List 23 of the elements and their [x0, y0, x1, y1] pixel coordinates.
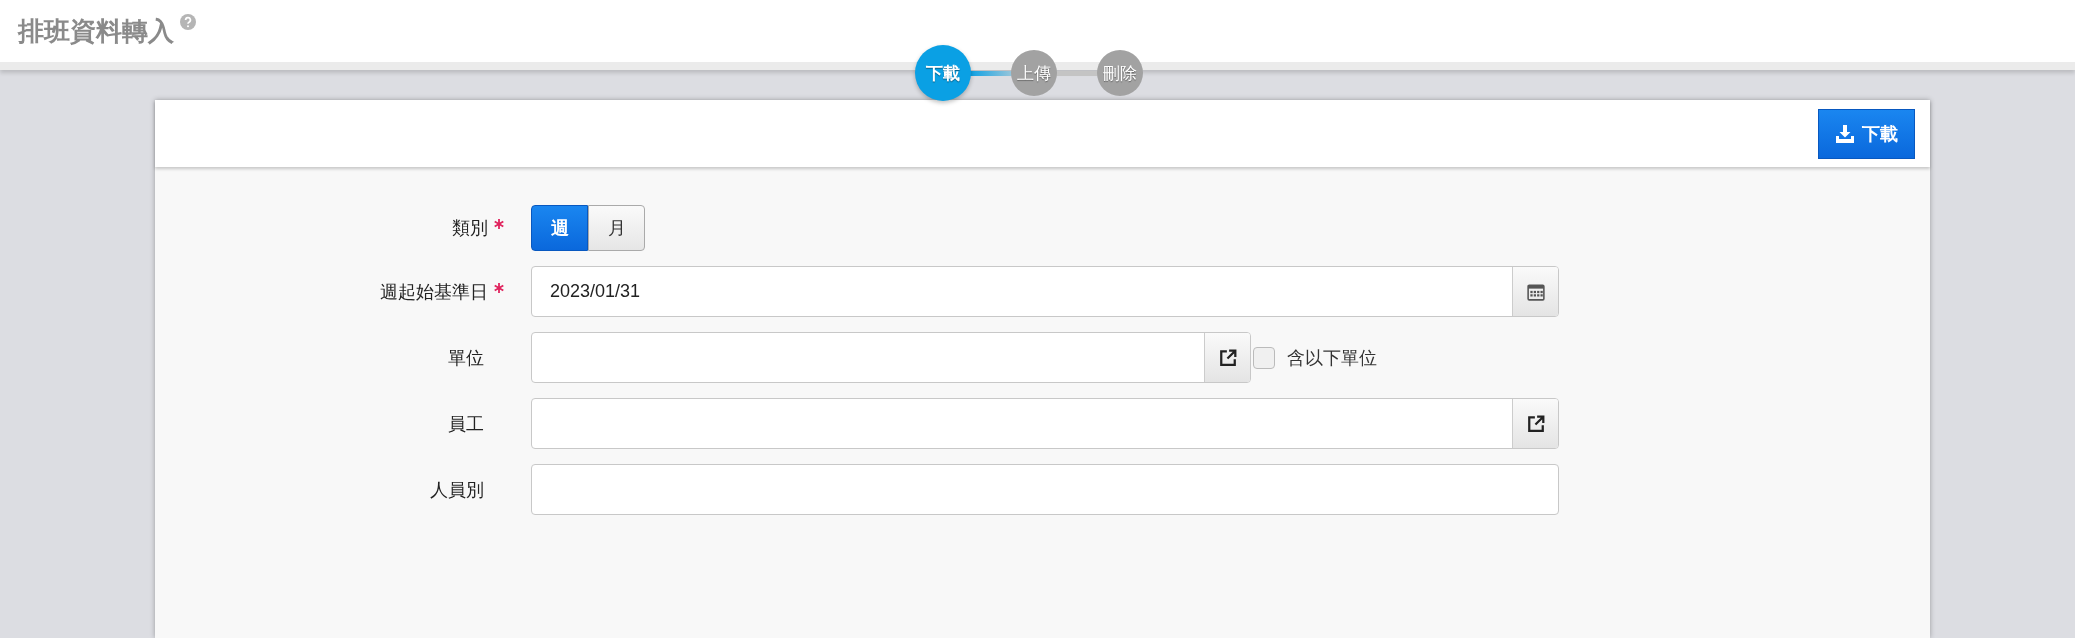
step-tab[interactable]: 下載 [915, 45, 971, 101]
download-button[interactable]: 下載 [1818, 108, 1915, 159]
help-icon[interactable] [180, 14, 196, 30]
checkbox-label: 含以下單位 [1287, 346, 1377, 370]
field-label: 員工 [448, 412, 484, 436]
step-tab[interactable]: 上傳 [1011, 50, 1057, 96]
toggle-option[interactable]: 週 [531, 205, 588, 251]
picker-field[interactable] [531, 332, 1251, 383]
field-label: 週起始基準日 [380, 280, 488, 304]
calendar-icon[interactable] [1512, 267, 1558, 316]
page-title: 排班資料轉入 [18, 15, 174, 48]
date-field[interactable]: 2023/01/31 [531, 266, 1559, 317]
external-link-icon[interactable] [1204, 333, 1250, 382]
picker-field[interactable] [531, 398, 1559, 449]
checkbox[interactable] [1253, 346, 1275, 369]
field-label: 人員別 [430, 478, 484, 502]
step-tab[interactable]: 刪除 [1097, 50, 1143, 96]
toggle-option[interactable]: 月 [588, 205, 645, 251]
external-link-icon[interactable] [1512, 399, 1558, 448]
field-label: 類別 [452, 217, 488, 240]
field-label: 單位 [448, 346, 484, 370]
download-icon [1835, 123, 1855, 144]
text-field[interactable] [531, 464, 1559, 515]
